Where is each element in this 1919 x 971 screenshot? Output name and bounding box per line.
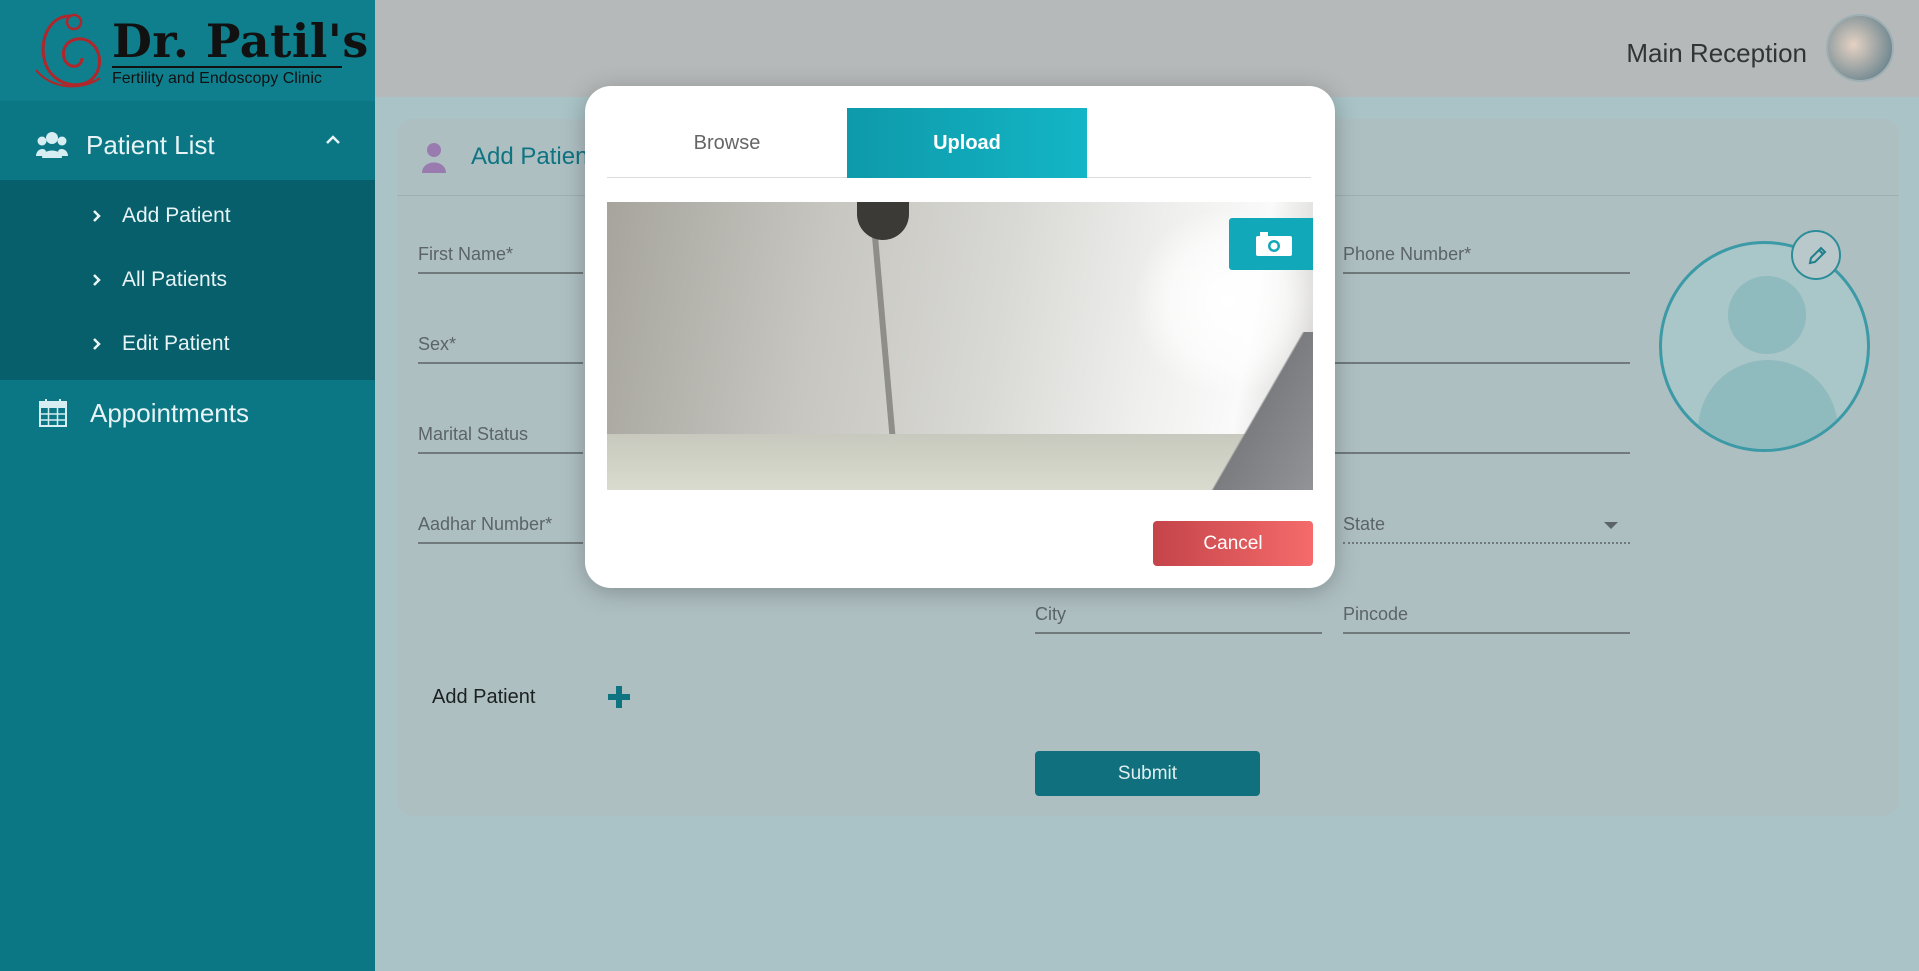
city-label: City xyxy=(1035,604,1066,624)
chevron-right-icon xyxy=(93,210,101,222)
tab-browse[interactable]: Browse xyxy=(607,108,847,178)
state-label: State xyxy=(1343,514,1386,534)
aadhar-label: Aadhar Number* xyxy=(418,514,553,534)
pincode-label: Pincode xyxy=(1343,604,1409,624)
logo-divider xyxy=(112,66,342,68)
top-bar: Main Reception xyxy=(375,0,1919,97)
sidebar-item-label: Edit Patient xyxy=(122,332,230,355)
pincode-field[interactable]: Pincode xyxy=(1343,598,1630,634)
patient-photo-placeholder xyxy=(1659,241,1870,452)
camera-wall-shadow xyxy=(1207,332,1313,490)
city-field[interactable]: City xyxy=(1035,598,1322,634)
calendar-icon xyxy=(39,399,67,427)
state-select[interactable]: State xyxy=(1343,508,1630,544)
sidebar: Dr. Patil's Fertility and Endoscopy Clin… xyxy=(0,0,375,971)
clinic-logo[interactable]: Dr. Patil's Fertility and Endoscopy Clin… xyxy=(0,0,375,101)
aadhar-field[interactable]: Aadhar Number* xyxy=(418,508,583,544)
users-icon xyxy=(36,132,68,158)
photo-head-shape xyxy=(1728,276,1806,354)
edit-photo-button[interactable] xyxy=(1791,230,1841,280)
pencil-icon xyxy=(1808,246,1827,265)
page-title: Add Patient xyxy=(471,143,596,170)
marital-status-select[interactable]: Marital Status xyxy=(418,418,583,454)
camera-ceiling-fixture xyxy=(857,202,909,240)
camera-preview xyxy=(607,202,1313,490)
submit-button[interactable]: Submit xyxy=(1035,751,1260,796)
plus-icon[interactable] xyxy=(606,684,632,710)
tab-upload[interactable]: Upload xyxy=(847,108,1087,178)
sidebar-item-label: Add Patient xyxy=(122,204,231,227)
capture-photo-button[interactable] xyxy=(1229,218,1313,270)
unlabeled-field-right-1[interactable] xyxy=(1330,328,1630,364)
sidebar-submenu: Add Patient All Patients Edit Patient xyxy=(0,180,375,380)
app-root: Dr. Patil's Fertility and Endoscopy Clin… xyxy=(0,0,1919,971)
cancel-button[interactable]: Cancel xyxy=(1153,521,1313,566)
logo-mark-icon xyxy=(35,13,101,88)
phone-label: Phone Number* xyxy=(1343,244,1472,264)
marital-status-label: Marital Status xyxy=(418,424,529,444)
photo-modal: Browse Upload Cancel xyxy=(585,86,1335,588)
sidebar-item-all-patients[interactable]: All Patients xyxy=(0,248,375,312)
chevron-up-icon[interactable] xyxy=(325,132,341,148)
sidebar-nav: Patient List Add Patient All Patients Ed… xyxy=(0,110,375,446)
modal-tabs: Browse Upload xyxy=(607,108,1311,178)
sidebar-group-label: Patient List xyxy=(86,129,215,160)
logo-subtitle: Fertility and Endoscopy Clinic xyxy=(112,70,322,87)
phone-field[interactable]: Phone Number* xyxy=(1343,238,1630,274)
person-icon xyxy=(422,143,446,173)
first-name-label: First Name* xyxy=(418,244,514,264)
sidebar-item-edit-patient[interactable]: Edit Patient xyxy=(0,312,375,376)
user-name: Main Reception xyxy=(1626,38,1807,68)
sex-label: Sex* xyxy=(418,334,457,354)
user-avatar[interactable] xyxy=(1826,14,1894,82)
chevron-right-icon xyxy=(93,274,101,286)
unlabeled-field-right-2[interactable] xyxy=(1330,418,1630,454)
sidebar-item-label: Appointments xyxy=(90,397,249,428)
add-patient-label: Add Patient xyxy=(432,686,536,708)
sidebar-item-appointments[interactable]: Appointments xyxy=(0,380,375,446)
caret-down-icon xyxy=(1604,522,1618,529)
first-name-field[interactable]: First Name* xyxy=(418,238,583,274)
sex-select[interactable]: Sex* xyxy=(418,328,583,364)
sidebar-item-label: All Patients xyxy=(122,268,228,291)
chevron-right-icon xyxy=(93,338,101,350)
sidebar-group-patient-list[interactable]: Patient List xyxy=(0,110,375,180)
camera-icon xyxy=(1256,232,1292,256)
photo-body-shape xyxy=(1698,360,1838,449)
logo-title: Dr. Patil's xyxy=(112,14,369,68)
sidebar-item-add-patient[interactable]: Add Patient xyxy=(0,184,375,248)
